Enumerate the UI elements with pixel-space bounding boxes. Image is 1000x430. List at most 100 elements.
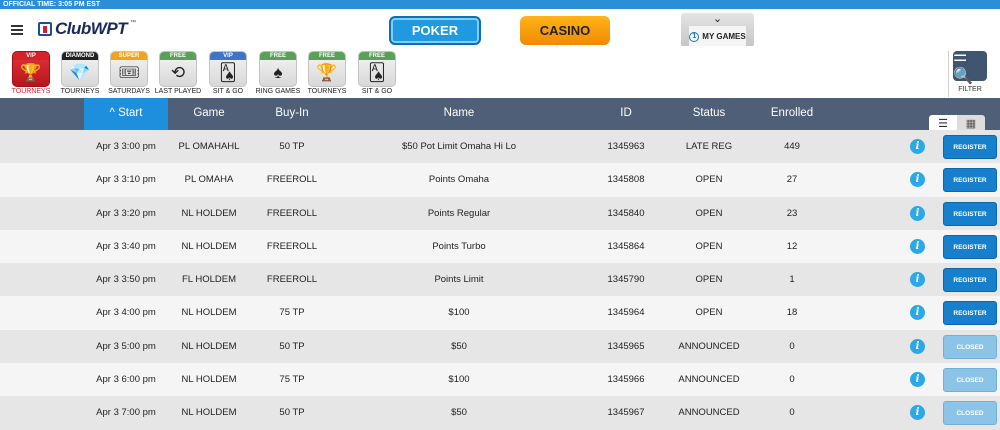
cell-enrolled: 18 [786, 307, 798, 319]
cell-game: NL HOLDEM [181, 207, 237, 219]
filter-icon: ♠ [273, 63, 283, 82]
cell-name: $50 [451, 407, 467, 419]
casino-button[interactable]: CASINO [520, 16, 610, 45]
table-row[interactable]: Apr 3 3:20 pm NL HOLDEM FREEROLL Points Reg… [0, 196, 1000, 230]
column-header-buyin[interactable]: Buy-In [250, 98, 334, 130]
table-row[interactable]: Apr 3 5:00 pm NL HOLDEM 50 TP $50 1345965 ANN… [0, 329, 1000, 364]
filter-label: TOURNEYS [11, 88, 51, 95]
cell-status: OPEN [695, 274, 723, 286]
filter-badge: FREE [160, 52, 196, 60]
cell-start: Apr 3 7:00 pm [96, 407, 156, 419]
filter-button[interactable]: ☰🔍 FILTER [948, 48, 988, 97]
cell-start: Apr 3 5:00 pm [96, 340, 156, 352]
table-row[interactable]: Apr 3 3:10 pm PL OMAHA FREEROLL Points Omah… [0, 163, 1000, 197]
filter-label: RING GAMES [255, 88, 301, 95]
table-row[interactable]: Apr 3 3:40 pm NL HOLDEM FREEROLL Points Tur… [0, 229, 1000, 264]
register-button[interactable]: REGISTER [943, 268, 997, 293]
cell-status: OPEN [695, 207, 723, 219]
menu-icon[interactable] [11, 25, 23, 35]
logo-tm: ™ [130, 20, 137, 26]
filter-label: SIT & GO [361, 88, 393, 95]
cell-id: 1345967 [607, 407, 645, 419]
info-icon[interactable]: i [910, 405, 925, 421]
filter-icon: 🂡 [219, 63, 237, 82]
register-button[interactable]: REGISTER [943, 201, 997, 226]
filter-icon: 🎟 [118, 63, 140, 82]
table-row[interactable]: Apr 3 6:00 pm NL HOLDEM 75 TP $100 1345966 AN… [0, 363, 1000, 397]
cell-id: 1345864 [607, 240, 645, 252]
table-row[interactable]: Apr 3 7:00 pm NL HOLDEM 50 TP $50 1345967 ANN… [0, 396, 1000, 430]
register-button[interactable]: REGISTER [943, 301, 997, 326]
official-time-text: OFFICIAL TIME: 3:05 PM EST [3, 1, 101, 8]
column-header-game[interactable]: Game [168, 98, 250, 130]
filter-button-2[interactable]: SUPER 🎟 [110, 51, 148, 87]
cell-game: FL HOLDEM [181, 274, 237, 286]
filter-button-1[interactable]: DIAMOND 💎 [61, 51, 99, 87]
register-button[interactable]: REGISTER [943, 234, 997, 259]
cell-status: OPEN [695, 240, 723, 252]
register-button[interactable]: REGISTER [943, 168, 997, 193]
cell-game: PL OMAHAHL [178, 141, 240, 152]
cell-game: PL OMAHA [184, 174, 234, 186]
column-header-status[interactable]: Status [668, 98, 750, 130]
table-row[interactable]: Apr 3 3:50 pm FL HOLDEM FREEROLL Points Lim… [0, 263, 1000, 297]
filter-badge: SUPER [111, 52, 147, 60]
info-icon[interactable]: i [910, 238, 925, 254]
register-button[interactable]: REGISTER [943, 135, 997, 159]
cell-id: 1345964 [607, 307, 645, 319]
table-row[interactable]: Apr 3 3:00 pm PL OMAHAHL 50 TP $50 Pot Limi… [0, 130, 1000, 164]
info-icon[interactable]: i [910, 205, 925, 221]
filter-label: TOURNEYS [307, 88, 347, 95]
filter-button-7[interactable]: FREE 🂡 [358, 51, 396, 87]
cell-name: $50 [451, 340, 467, 352]
poker-button[interactable]: POKER [389, 16, 481, 45]
column-header-enrolled[interactable]: Enrolled [750, 98, 834, 130]
closed-button[interactable]: CLOSED [943, 401, 997, 426]
cell-buyin: FREEROLL [266, 207, 318, 219]
column-header-name[interactable]: Name [334, 98, 584, 130]
cell-name: Points Omaha [428, 174, 490, 186]
cell-buyin: 75 TP [279, 374, 305, 386]
cell-start: Apr 3 3:20 pm [96, 207, 156, 219]
filter-button-0[interactable]: VIP 🏆 [12, 51, 50, 87]
filter-badge: FREE [359, 52, 395, 60]
filter-badge: FREE [309, 52, 345, 60]
cell-name: Points Regular [427, 207, 491, 219]
logo-text: ClubWPT [55, 19, 128, 38]
filter-button-4[interactable]: VIP 🂡 [209, 51, 247, 87]
filter-button-3[interactable]: FREE ⟲ [159, 51, 197, 87]
cell-start: Apr 3 4:00 pm [96, 307, 156, 319]
cell-id: 1345840 [607, 207, 645, 219]
column-header-start[interactable]: ^ Start [84, 98, 168, 130]
info-icon[interactable]: i [910, 305, 925, 321]
table-header: ^ Start Game Buy-In Name ID Status Enrol… [0, 98, 1000, 132]
cell-start: Apr 3 3:10 pm [96, 174, 156, 186]
filter-badge: VIP [210, 52, 246, 60]
official-time-bar: OFFICIAL TIME: 3:05 PM EST [0, 0, 1000, 9]
filter-button-5[interactable]: FREE ♠ [259, 51, 297, 87]
filter-button-6[interactable]: FREE 🏆 [308, 51, 346, 87]
cell-id: 1345965 [607, 340, 645, 352]
info-icon[interactable]: i [910, 272, 925, 288]
cell-buyin: 50 TP [279, 141, 305, 152]
clubwpt-logo[interactable]: ClubWPT ™ [38, 19, 137, 38]
column-header-id[interactable]: ID [584, 98, 668, 130]
closed-button[interactable]: CLOSED [943, 334, 997, 359]
filter-icon: ⟲ [170, 63, 186, 82]
cell-enrolled: 12 [786, 240, 798, 252]
cell-enrolled: 1 [789, 274, 795, 286]
my-games-count-badge: 1 [689, 31, 700, 42]
tournament-list: Apr 3 3:00 pm PL OMAHAHL 50 TP $50 Pot Limi… [0, 130, 1000, 430]
info-icon[interactable]: i [910, 172, 925, 188]
cell-name: $100 [448, 374, 470, 386]
cell-game: NL HOLDEM [181, 240, 237, 252]
table-row[interactable]: Apr 3 4:00 pm NL HOLDEM 75 TP $100 1345964 OP… [0, 296, 1000, 330]
info-icon[interactable]: i [910, 372, 925, 388]
cell-start: Apr 3 3:50 pm [96, 274, 156, 286]
my-games-button[interactable]: ⌄ 1 MY GAMES [681, 13, 754, 47]
closed-button[interactable]: CLOSED [943, 368, 997, 393]
info-icon[interactable]: i [910, 338, 925, 354]
info-icon[interactable]: i [910, 139, 925, 154]
filter-label: TOURNEYS [60, 88, 100, 95]
cell-id: 1345963 [607, 141, 645, 152]
